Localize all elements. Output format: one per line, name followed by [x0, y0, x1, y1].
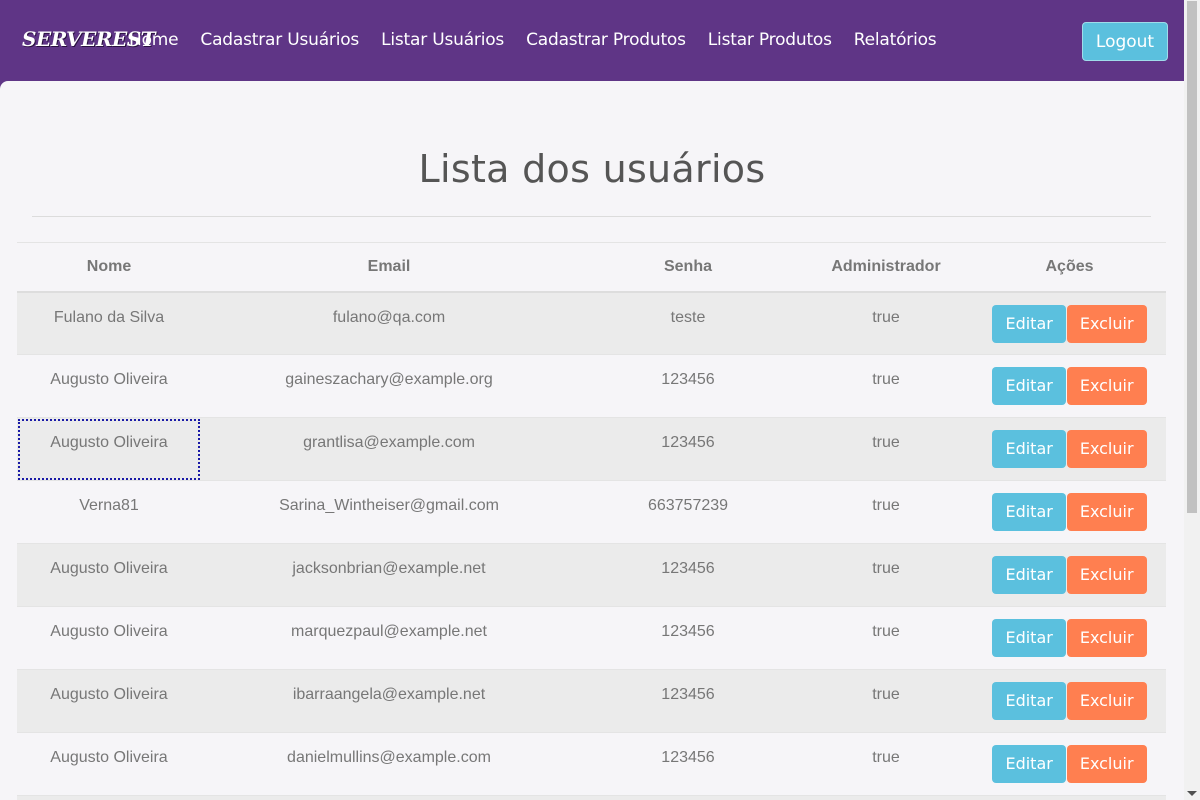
- cell-actions: Editar Excluir: [973, 481, 1166, 544]
- cell-nome-focused[interactable]: Augusto Oliveira: [17, 418, 201, 481]
- table-row: Augusto Oliveira jacksonbrian@example.ne…: [17, 543, 1166, 607]
- table-row: Augusto Oliveira ibarraangela@example.ne…: [17, 669, 1166, 733]
- cell-admin: true: [872, 371, 900, 388]
- delete-button[interactable]: Excluir: [1066, 430, 1147, 468]
- cell-senha: 123456: [661, 560, 715, 577]
- cell-actions: Editar Excluir: [973, 292, 1166, 355]
- delete-button[interactable]: Excluir: [1066, 682, 1147, 720]
- cell-actions: Editar Excluir: [973, 418, 1166, 481]
- cell-overflow: [17, 796, 1166, 800]
- nav-link-cadastrar-produtos[interactable]: Cadastrar Produtos: [526, 30, 686, 50]
- table-row: Augusto Oliveira grantlisa@example.com 1…: [17, 417, 1166, 481]
- delete-button[interactable]: Excluir: [1066, 619, 1147, 657]
- scroll-down-arrow-icon[interactable]: [1187, 791, 1197, 796]
- header-senha: Senha: [663, 258, 712, 276]
- nav-link-listar-produtos[interactable]: Listar Produtos: [708, 30, 832, 50]
- cell-senha: 663757239: [647, 497, 729, 514]
- navbar: SERVEREST Home Cadastrar Usuários Listar U…: [0, 0, 1184, 81]
- table-row: Augusto Oliveira marquezpaul@example.net…: [17, 607, 1166, 670]
- table-row: Augusto Oliveira danielmullins@example.c…: [17, 733, 1166, 796]
- delete-button[interactable]: Excluir: [1066, 304, 1147, 343]
- header-acoes: Ações: [1045, 258, 1094, 276]
- cell-email: Sarina_Wintheiser@gmail.com: [279, 497, 499, 514]
- edit-button[interactable]: Editar: [992, 304, 1066, 343]
- cell-admin: true: [872, 560, 900, 577]
- cell-senha: 123456: [661, 686, 715, 703]
- logout-button[interactable]: Logout: [1082, 22, 1168, 61]
- header-administrador: Administrador: [831, 258, 941, 276]
- edit-button[interactable]: Editar: [992, 556, 1066, 594]
- nav-link-cadastrar-usuarios[interactable]: Cadastrar Usuários: [200, 30, 359, 50]
- main-content: Lista dos usuários Nome Email Senha Admi…: [0, 81, 1184, 800]
- edit-button[interactable]: Editar: [992, 493, 1066, 531]
- scrollbar-thumb[interactable]: [1187, 1, 1197, 513]
- table-row: Verna81 Sarina_Wintheiser@gmail.com 6637…: [17, 481, 1166, 544]
- edit-button[interactable]: Editar: [992, 745, 1066, 783]
- cell-nome: Augusto Oliveira: [50, 623, 168, 640]
- table-row-partial: [17, 795, 1166, 800]
- cell-actions: Editar Excluir: [973, 733, 1166, 796]
- cell-nome: Augusto Oliveira: [50, 371, 168, 388]
- delete-button[interactable]: Excluir: [1066, 556, 1147, 594]
- edit-button[interactable]: Editar: [992, 619, 1066, 657]
- cell-senha: 123456: [661, 434, 715, 451]
- header-email: Email: [367, 258, 411, 276]
- cell-nome: Augusto Oliveira: [50, 560, 168, 577]
- edit-button[interactable]: Editar: [992, 430, 1066, 468]
- table-row: Fulano da Silva fulano@qa.com teste true…: [17, 291, 1166, 355]
- cell-actions: Editar Excluir: [973, 544, 1166, 607]
- cell-senha: teste: [670, 308, 706, 326]
- table-header-row: Nome Email Senha Administrador Ações: [17, 242, 1166, 292]
- cell-email: fulano@qa.com: [332, 308, 446, 326]
- cell-admin: true: [872, 686, 900, 703]
- table-row: Augusto Oliveira gaineszachary@example.o…: [17, 355, 1166, 418]
- delete-button[interactable]: Excluir: [1066, 367, 1147, 405]
- cell-email: gaineszachary@example.org: [285, 371, 493, 388]
- nav-link-home[interactable]: Home: [129, 30, 179, 50]
- nav-link-relatorios[interactable]: Relatórios: [854, 30, 937, 50]
- cell-nome: Verna81: [79, 497, 139, 514]
- cell-admin: true: [872, 749, 900, 766]
- header-nome: Nome: [86, 258, 132, 276]
- edit-button[interactable]: Editar: [992, 682, 1066, 720]
- cell-nome: Augusto Oliveira: [50, 749, 168, 766]
- page-title: Lista dos usuários: [418, 147, 766, 191]
- nav-link-listar-usuarios[interactable]: Listar Usuários: [381, 30, 504, 50]
- cell-admin: true: [872, 434, 900, 451]
- users-table: Nome Email Senha Administrador Ações Ful…: [17, 242, 1166, 800]
- cell-email: grantlisa@example.com: [303, 434, 475, 451]
- title-divider: [32, 216, 1151, 217]
- vertical-scrollbar[interactable]: [1184, 0, 1200, 800]
- cell-actions: Editar Excluir: [973, 607, 1166, 670]
- table-header: Nome Email Senha Administrador Ações: [17, 242, 1166, 292]
- cell-admin: true: [872, 497, 900, 514]
- cell-admin: true: [872, 308, 900, 326]
- delete-button[interactable]: Excluir: [1066, 493, 1147, 531]
- cell-email: danielmullins@example.com: [287, 749, 491, 766]
- cell-senha: 123456: [661, 623, 715, 640]
- table-body: Fulano da Silva fulano@qa.com teste true…: [17, 291, 1166, 800]
- cell-email: marquezpaul@example.net: [291, 623, 487, 640]
- nav-links: Home Cadastrar Usuários Listar Usuários Cad…: [129, 30, 958, 52]
- cell-actions: Editar Excluir: [973, 670, 1166, 733]
- cell-nome: Augusto Oliveira: [50, 686, 168, 703]
- cell-senha: 123456: [661, 371, 715, 388]
- cell-admin: true: [872, 623, 900, 640]
- cell-email: jacksonbrian@example.net: [292, 560, 486, 577]
- cell-senha: 123456: [661, 749, 715, 766]
- delete-button[interactable]: Excluir: [1066, 745, 1147, 783]
- cell-email: ibarraangela@example.net: [292, 686, 486, 703]
- cell-actions: Editar Excluir: [973, 355, 1166, 418]
- edit-button[interactable]: Editar: [992, 367, 1066, 405]
- cell-nome: Fulano da Silva: [53, 308, 165, 326]
